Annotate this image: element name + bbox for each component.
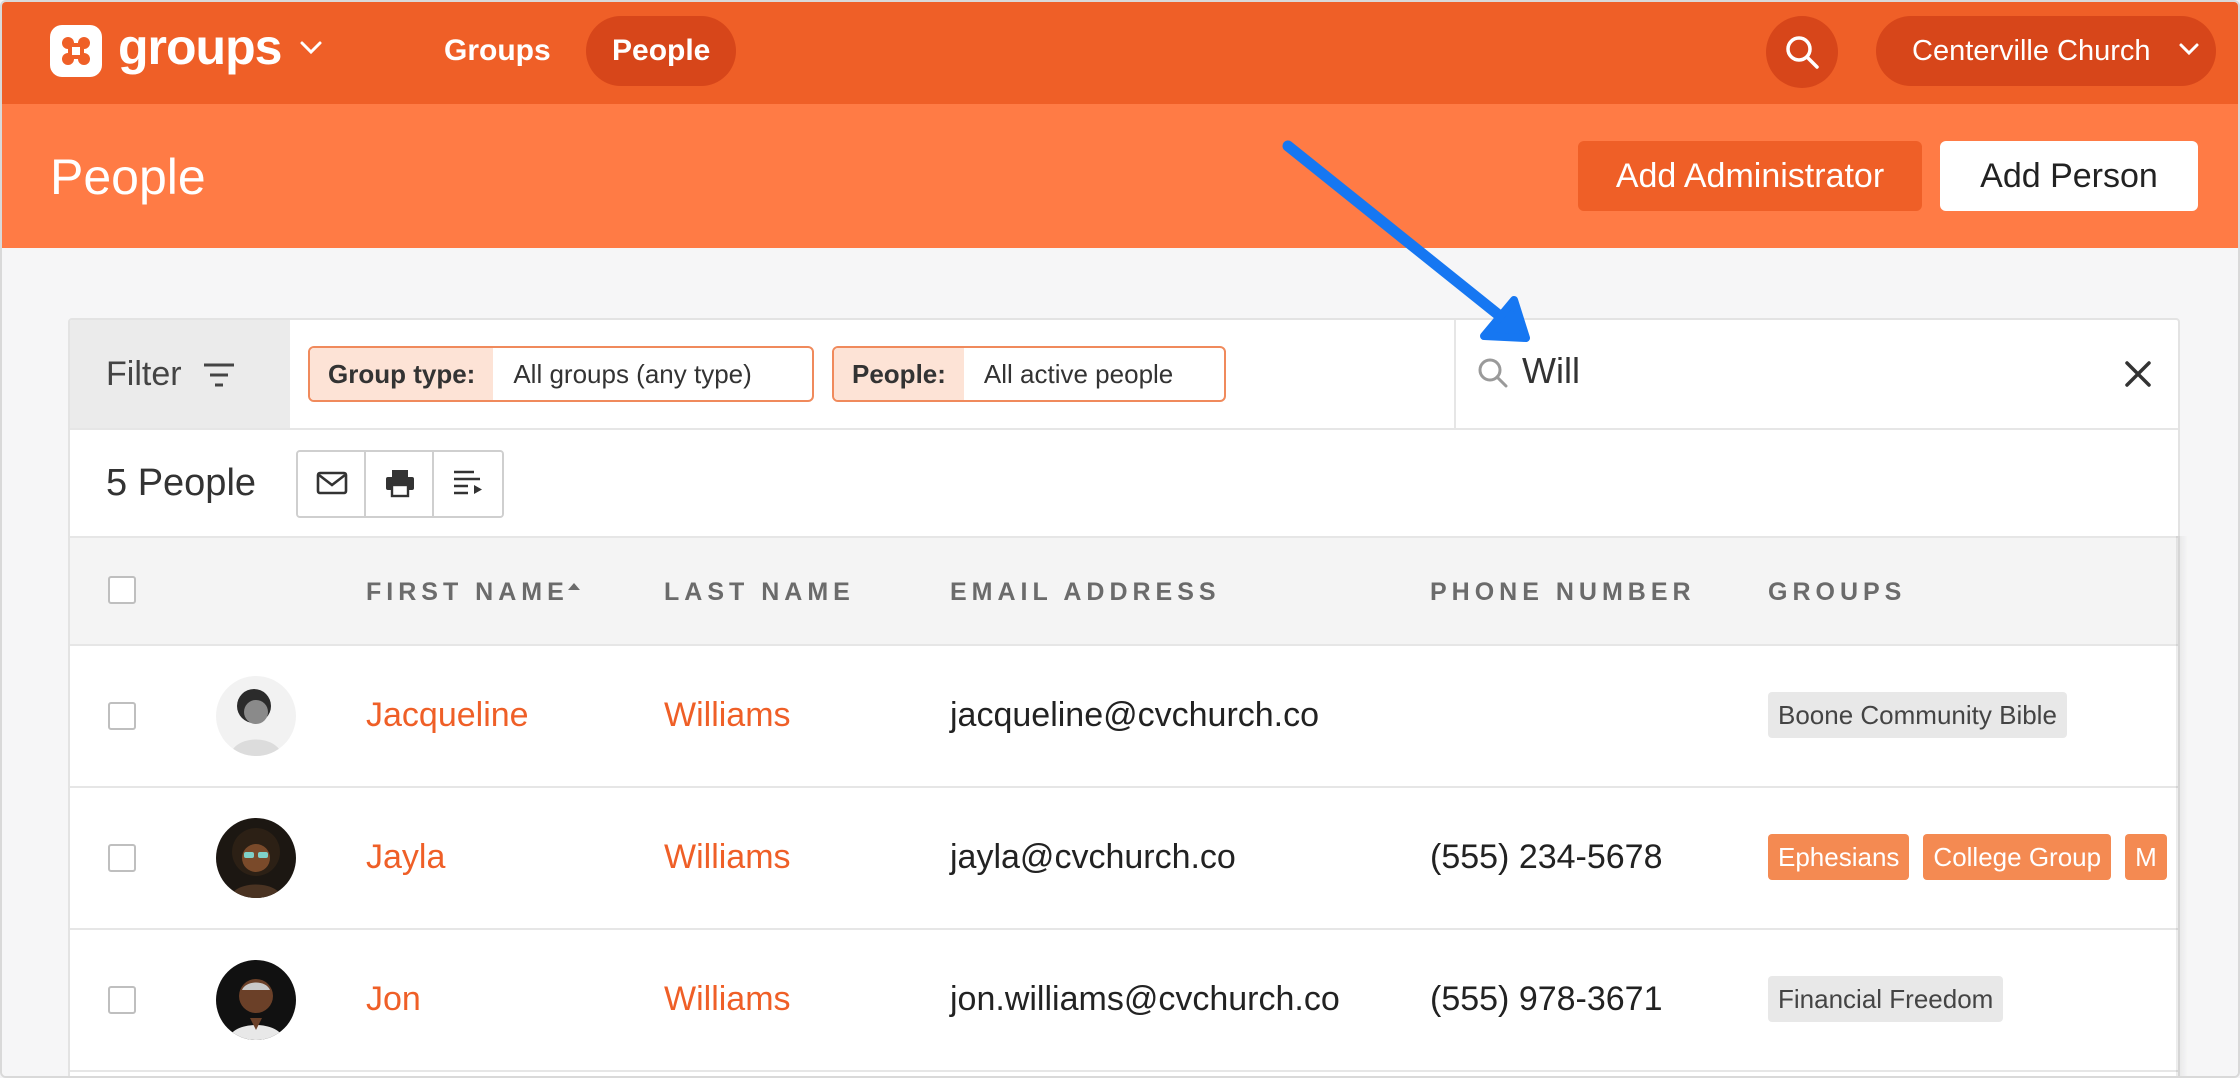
row-checkbox[interactable] bbox=[108, 986, 136, 1014]
first-name-link[interactable]: Jon bbox=[366, 980, 421, 1019]
top-nav: groups Groups People Centerville Church bbox=[2, 2, 2238, 104]
last-name-link[interactable]: Williams bbox=[664, 838, 791, 877]
sort-list-icon bbox=[454, 470, 482, 495]
chip-key: Group type: bbox=[310, 348, 494, 400]
chip-value: All active people bbox=[963, 348, 1194, 400]
org-name: Centerville Church bbox=[1912, 35, 2151, 67]
global-search-button[interactable] bbox=[1766, 16, 1838, 88]
list-toolbar: 5 People bbox=[70, 430, 2178, 538]
group-tags: Financial Freedom bbox=[1768, 976, 2004, 1022]
filter-icon bbox=[204, 363, 234, 387]
email-cell: jacqueline@cvchurch.co bbox=[950, 696, 1320, 734]
print-button[interactable] bbox=[366, 452, 434, 516]
email-button[interactable] bbox=[298, 452, 366, 516]
nav-people[interactable]: People bbox=[586, 16, 737, 86]
group-tag[interactable]: Ephesians bbox=[1768, 834, 1910, 880]
email-cell: jayla@cvchurch.co bbox=[950, 838, 1236, 876]
sort-ascending-icon bbox=[567, 583, 580, 590]
last-name-link[interactable]: Williams bbox=[664, 980, 791, 1019]
table-header: FIRST NAME LAST NAME EMAIL ADDRESS PHONE… bbox=[70, 538, 2178, 646]
group-tags: Ephesians College Group M bbox=[1768, 834, 2167, 880]
sort-button[interactable] bbox=[434, 452, 502, 516]
people-search-field[interactable]: Will bbox=[1454, 320, 2178, 428]
group-type-filter-chip[interactable]: Group type: All groups (any type) bbox=[308, 346, 814, 402]
group-tag[interactable]: M bbox=[2125, 834, 2167, 880]
phone-cell: (555) 234-5678 bbox=[1430, 838, 1663, 876]
close-icon[interactable] bbox=[2124, 360, 2152, 388]
chevron-down-icon[interactable] bbox=[298, 40, 324, 56]
avatar bbox=[216, 676, 296, 756]
app-name[interactable]: groups bbox=[118, 18, 282, 76]
row-checkbox[interactable] bbox=[108, 702, 136, 730]
people-count: 5 People bbox=[106, 462, 257, 504]
column-phone[interactable]: PHONE NUMBER bbox=[1430, 578, 1696, 607]
group-tag[interactable]: Boone Community Bible bbox=[1768, 692, 2067, 738]
app-window: groups Groups People Centerville Church … bbox=[0, 0, 2240, 1078]
email-cell: jon.williams@cvchurch.co bbox=[950, 980, 1340, 1018]
horizontal-scroll-shadow bbox=[2176, 536, 2188, 1076]
people-list-card: Filter Group type: All groups (any type)… bbox=[68, 318, 2180, 1076]
filter-button[interactable]: Filter bbox=[70, 320, 290, 428]
table-row[interactable]: Jayla Williams jayla@cvchurch.co (555) 2… bbox=[70, 788, 2178, 930]
page-header: People Add Administrator Add Person bbox=[2, 104, 2238, 248]
first-name-link[interactable]: Jacqueline bbox=[366, 696, 529, 735]
groups-logo-icon[interactable] bbox=[50, 25, 102, 77]
column-groups[interactable]: GROUPS bbox=[1768, 578, 1906, 607]
nav-groups[interactable]: Groups bbox=[418, 16, 577, 86]
annotation-arrow-icon bbox=[1282, 140, 1530, 342]
people-filter-chip[interactable]: People: All active people bbox=[832, 346, 1226, 402]
group-tag[interactable]: Financial Freedom bbox=[1768, 976, 2004, 1022]
print-icon bbox=[386, 470, 414, 498]
group-tag[interactable]: College Group bbox=[1923, 834, 2112, 880]
table-row[interactable]: Jacqueline Williams jacqueline@cvchurch.… bbox=[70, 646, 2178, 788]
avatar bbox=[216, 960, 296, 1040]
filter-bar: Filter Group type: All groups (any type)… bbox=[70, 320, 2178, 430]
chip-value: All groups (any type) bbox=[493, 348, 772, 400]
row-checkbox[interactable] bbox=[108, 844, 136, 872]
page-title: People bbox=[50, 149, 206, 205]
chevron-down-icon bbox=[2179, 43, 2199, 56]
last-name-link[interactable]: Williams bbox=[664, 696, 791, 735]
column-last-name[interactable]: LAST NAME bbox=[664, 578, 855, 607]
add-administrator-button[interactable]: Add Administrator bbox=[1578, 141, 1922, 211]
add-person-button[interactable]: Add Person bbox=[1940, 141, 2198, 211]
avatar bbox=[216, 818, 296, 898]
column-email[interactable]: EMAIL ADDRESS bbox=[950, 578, 1221, 607]
column-first-name[interactable]: FIRST NAME bbox=[366, 578, 581, 607]
select-all-checkbox[interactable] bbox=[108, 576, 136, 604]
chip-key: People: bbox=[834, 348, 964, 400]
filter-label: Filter bbox=[106, 355, 182, 393]
search-icon bbox=[1786, 36, 1819, 69]
table-row[interactable]: Jon Williams jon.williams@cvchurch.co (5… bbox=[70, 930, 2178, 1072]
mail-icon bbox=[316, 471, 348, 495]
group-tags: Boone Community Bible bbox=[1768, 692, 2067, 738]
phone-cell: (555) 978-3671 bbox=[1430, 980, 1663, 1018]
org-switcher[interactable]: Centerville Church bbox=[1876, 16, 2216, 86]
list-actions bbox=[296, 450, 504, 518]
first-name-link[interactable]: Jayla bbox=[366, 838, 445, 877]
